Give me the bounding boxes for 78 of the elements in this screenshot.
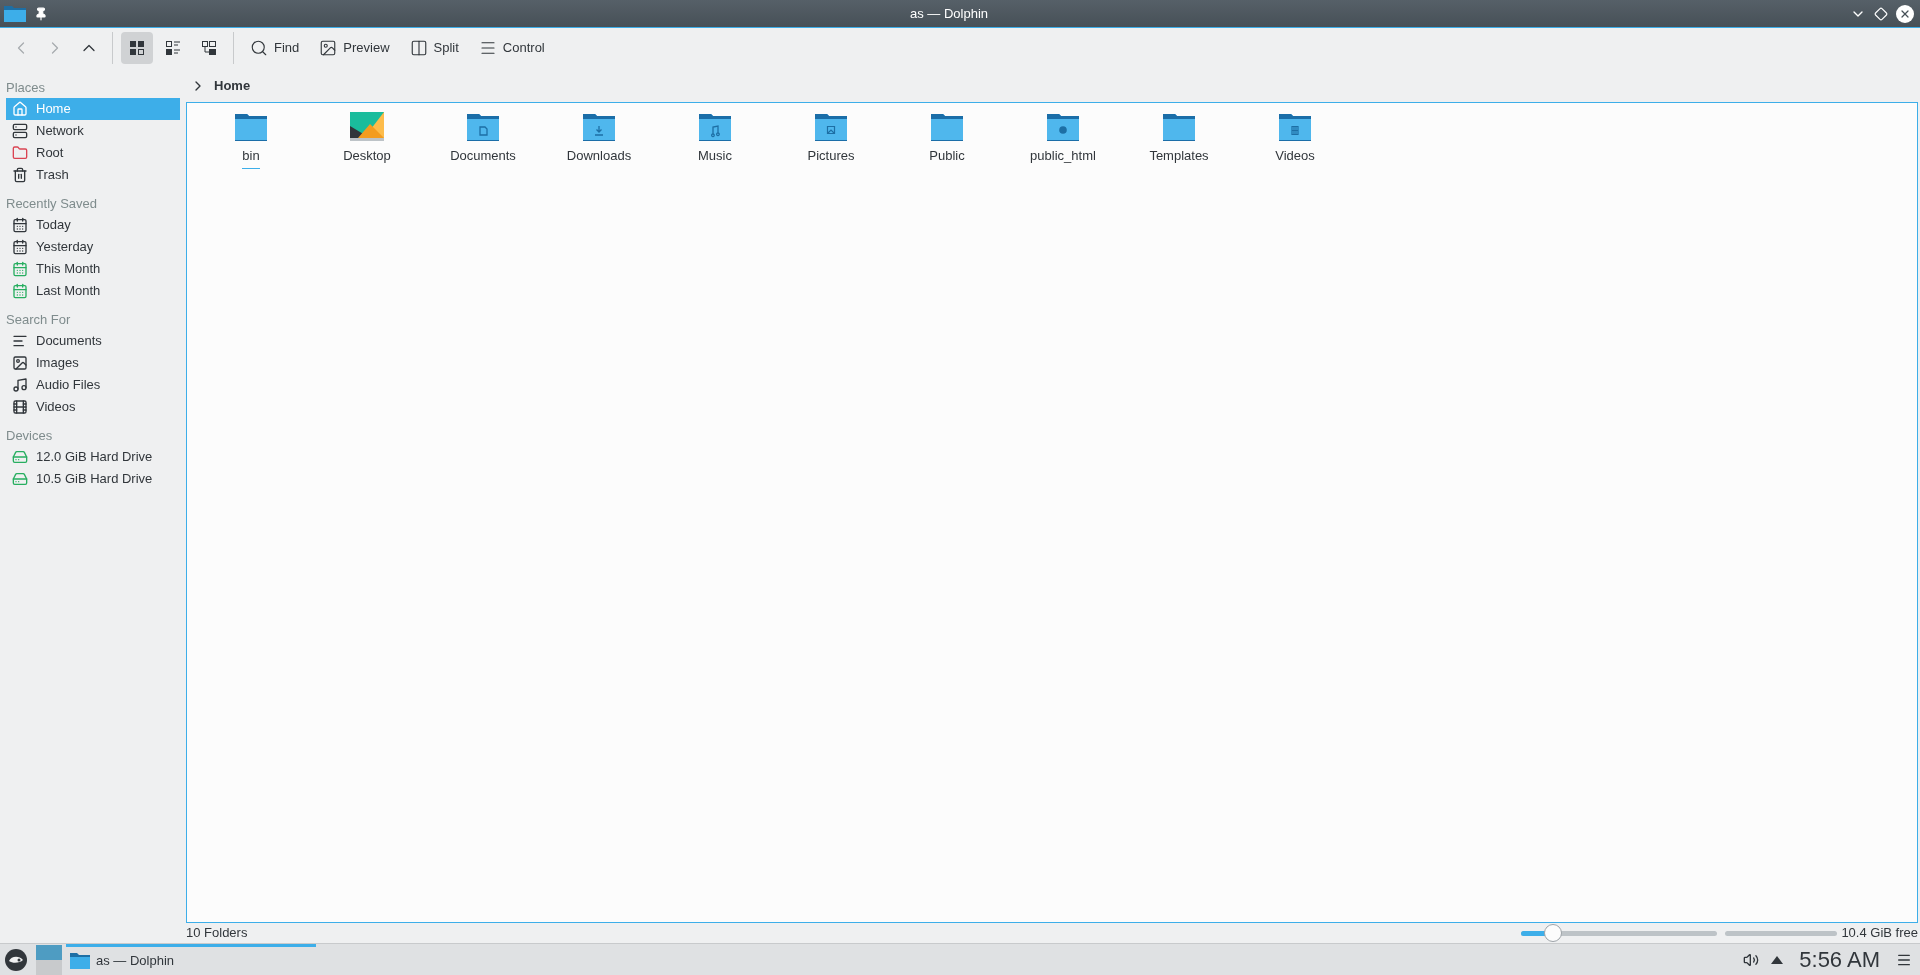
compact-view-icon xyxy=(165,40,181,56)
folder-icon xyxy=(815,112,847,142)
section-header: Places xyxy=(6,79,47,98)
folder-icon xyxy=(467,112,499,142)
folder-icon xyxy=(931,112,963,142)
sidebar-item[interactable]: 10.5 GiB Hard Drive xyxy=(6,468,180,490)
section-header: Search For xyxy=(6,311,72,330)
trash-icon xyxy=(12,167,28,183)
zoom-slider[interactable] xyxy=(1521,923,1718,943)
close-button[interactable] xyxy=(1896,4,1914,23)
menu-icon xyxy=(478,39,497,57)
file-name[interactable]: bin xyxy=(242,146,260,169)
file-name[interactable]: Templates xyxy=(1149,146,1209,169)
search-icon xyxy=(250,39,268,57)
file-name[interactable]: public_html xyxy=(1030,146,1096,169)
calendar-icon xyxy=(12,283,28,299)
toolbar-button[interactable]: Split xyxy=(401,33,467,63)
hard-drive-icon xyxy=(12,449,28,465)
section-header: Devices xyxy=(6,427,54,446)
sidebar-item[interactable]: This Month xyxy=(6,258,180,280)
sidebar-item[interactable]: Audio Files xyxy=(6,374,180,396)
view-mode-button[interactable] xyxy=(121,32,153,64)
film-icon xyxy=(12,399,28,415)
sidebar-item[interactable]: Videos xyxy=(6,396,180,418)
sidebar-item[interactable]: Images xyxy=(6,352,180,374)
section-header: Recently Saved xyxy=(6,195,99,214)
sidebar-item[interactable]: Trash xyxy=(6,164,180,186)
folder-icon xyxy=(1163,112,1195,142)
clock[interactable]: 5:56 AM xyxy=(1799,943,1880,975)
folder-icon xyxy=(1279,112,1311,142)
image-icon xyxy=(12,355,28,371)
tree-view-icon xyxy=(201,40,217,56)
maximize-icon[interactable] xyxy=(1874,6,1888,21)
file-name[interactable]: Pictures xyxy=(807,146,855,169)
server-icon xyxy=(12,123,28,139)
sidebar-item[interactable]: Root xyxy=(6,142,180,164)
sidebar-item[interactable]: Documents xyxy=(6,330,180,352)
folder-icon xyxy=(70,952,90,970)
sidebar-item[interactable]: 12.0 GiB Hard Drive xyxy=(6,446,180,468)
free-space-text: 10.4 GiB free xyxy=(1841,924,1918,943)
file-name[interactable]: Desktop xyxy=(343,146,391,169)
volume-icon[interactable] xyxy=(1743,951,1760,968)
split-icon xyxy=(409,39,428,57)
file-name[interactable]: Documents xyxy=(450,146,516,169)
home-icon xyxy=(12,101,28,117)
folder-icon xyxy=(699,112,731,142)
folder-icon xyxy=(1047,112,1079,142)
pin-icon[interactable] xyxy=(34,6,48,21)
icon-view-icon xyxy=(129,40,145,56)
file-name[interactable]: Music xyxy=(698,146,732,169)
expand-tray-icon[interactable] xyxy=(1771,955,1784,964)
folder-icon xyxy=(583,112,615,142)
sidebar-item[interactable]: Yesterday xyxy=(6,236,180,258)
toolbar-button[interactable]: Preview xyxy=(311,33,398,63)
toolbar-button[interactable]: Control xyxy=(470,33,553,63)
image-icon xyxy=(319,39,338,57)
folder-icon xyxy=(12,145,28,161)
sidebar-item[interactable]: Network xyxy=(6,120,180,142)
window-title: as — Dolphin xyxy=(909,4,988,23)
text-lines-icon xyxy=(12,333,28,349)
file-name[interactable]: Videos xyxy=(1275,146,1315,169)
desktop-wallpaper-icon xyxy=(350,112,384,142)
sidebar-item[interactable]: Today xyxy=(6,214,180,236)
status-text: 10 Folders xyxy=(186,924,249,943)
hard-drive-icon xyxy=(12,471,28,487)
folder-icon xyxy=(4,4,26,23)
toolbar-button[interactable]: Find xyxy=(242,33,308,63)
launcher-icon[interactable] xyxy=(4,947,28,972)
calendar-icon xyxy=(12,261,28,277)
breadcrumb-item[interactable]: Home xyxy=(214,76,251,96)
task-button[interactable]: as — Dolphin xyxy=(66,944,316,975)
file-name[interactable]: Public xyxy=(929,146,965,169)
folder-icon xyxy=(235,112,267,142)
file-name[interactable]: Downloads xyxy=(566,146,632,169)
music-note-icon xyxy=(12,377,28,393)
calendar-icon xyxy=(12,217,28,233)
sidebar-item[interactable]: Last Month xyxy=(6,280,180,302)
calendar-icon xyxy=(12,239,28,255)
